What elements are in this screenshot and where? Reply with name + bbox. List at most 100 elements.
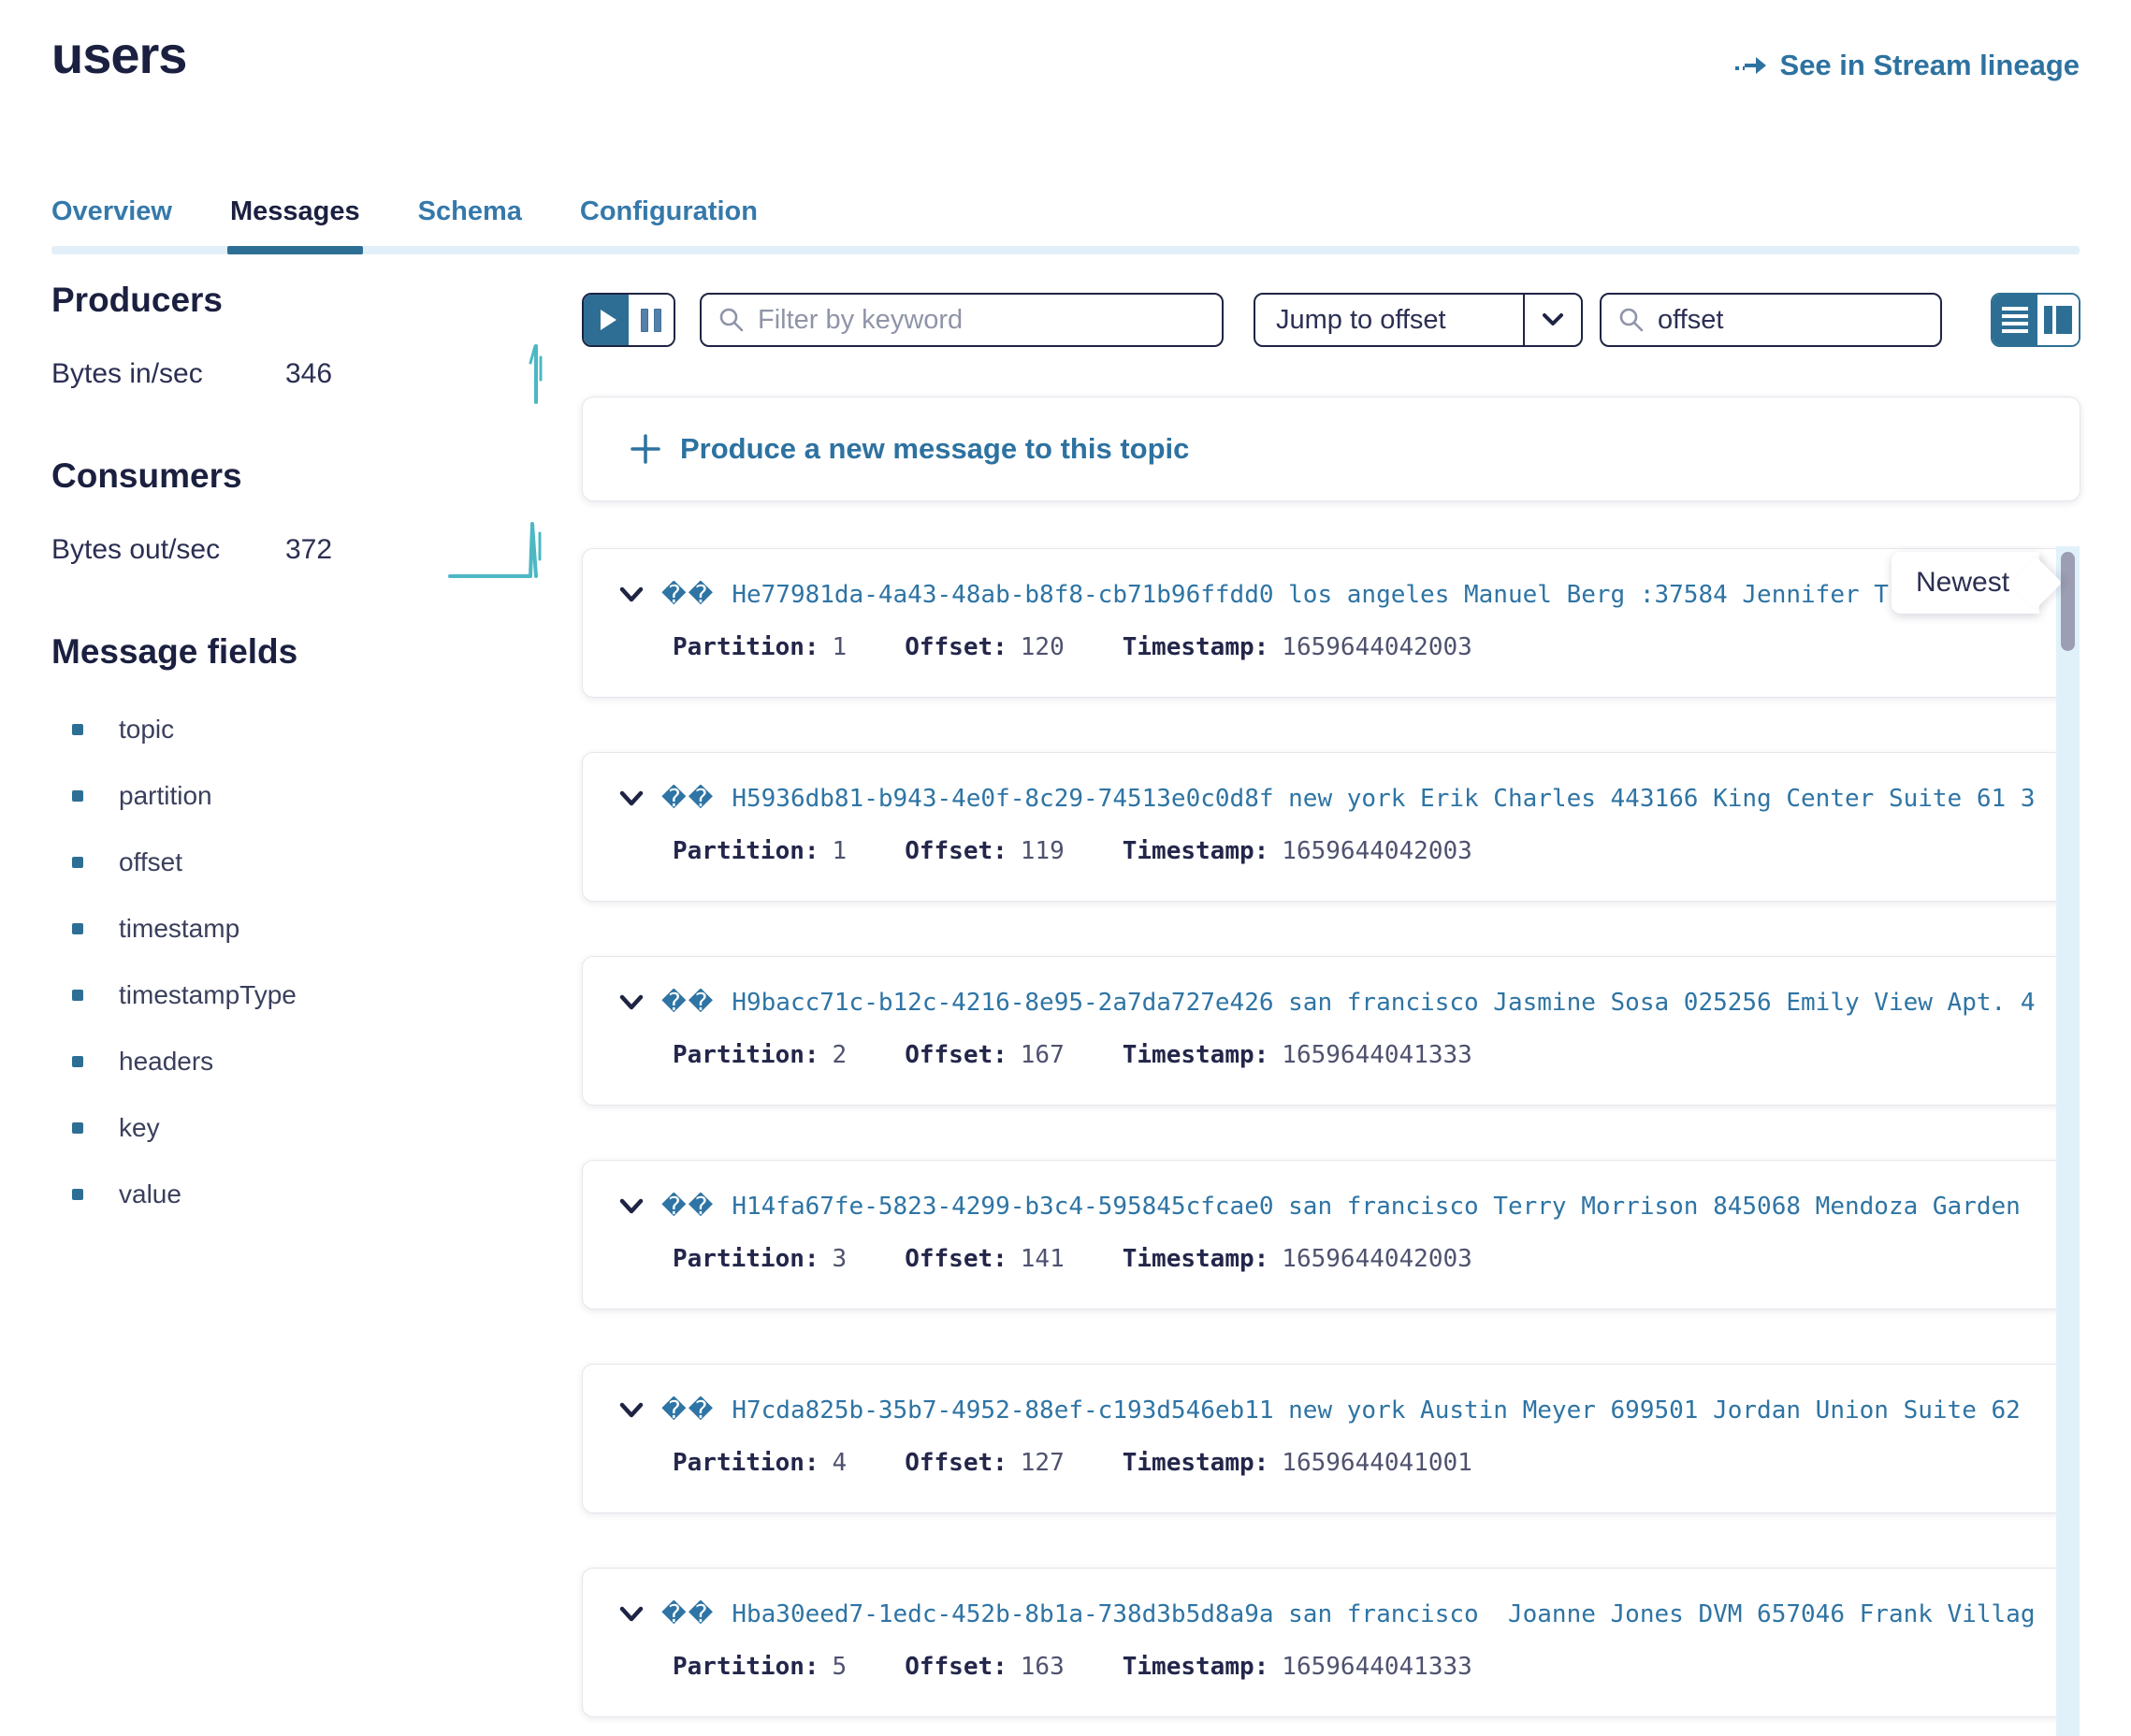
expand-chevron-icon[interactable] — [618, 993, 645, 1012]
expand-chevron-icon[interactable] — [618, 1197, 645, 1216]
offset-label: Offset: — [905, 1653, 1008, 1681]
unknown-char-glyphs: �� — [661, 1193, 715, 1221]
message-row[interactable]: �� H7cda825b-35b7-4952-88ef-c193d546eb11… — [582, 1364, 2065, 1513]
produce-message-button[interactable]: Produce a new message to this topic — [582, 397, 2080, 501]
partition-label: Partition: — [673, 1653, 819, 1681]
field-item-offset[interactable]: offset — [51, 829, 557, 895]
partition-label: Partition: — [673, 837, 819, 865]
message-row[interactable]: �� H9bacc71c-b12c-4216-8e95-2a7da727e426… — [582, 956, 2065, 1106]
metrics-sidebar: Producers Bytes in/sec 346 Consumers Byt… — [51, 281, 557, 1227]
unknown-char-glyphs: �� — [661, 785, 715, 813]
field-item-key[interactable]: key — [51, 1094, 557, 1161]
metric-value: 372 — [285, 534, 332, 566]
field-item-headers[interactable]: headers — [51, 1028, 557, 1094]
partition-value: 2 — [833, 1041, 848, 1069]
offset-label: Offset: — [905, 1449, 1008, 1477]
view-mode-toggle[interactable] — [1991, 293, 2080, 347]
field-item-timestamp[interactable]: timestamp — [51, 895, 557, 962]
offset-value: 119 — [1021, 837, 1065, 865]
timestamp-label: Timestamp: — [1123, 633, 1269, 661]
square-bullet-icon — [72, 1122, 83, 1134]
offset-value: 163 — [1021, 1653, 1065, 1681]
offset-label: Offset: — [905, 633, 1008, 661]
keyword-filter-field[interactable] — [700, 293, 1224, 347]
newest-tooltip-label: Newest — [1916, 567, 2009, 599]
message-value-preview: H7cda825b-35b7-4952-88ef-c193d546eb11 ne… — [732, 1396, 2036, 1425]
partition-value: 3 — [833, 1245, 848, 1273]
bytes-out-sparkline — [448, 514, 557, 584]
message-meta: Partition:4 Offset:127 Timestamp:1659644… — [673, 1449, 2036, 1477]
offset-label: Offset: — [905, 1245, 1008, 1273]
search-icon — [718, 307, 745, 333]
message-value-preview: He77981da-4a43-48ab-b8f8-cb71b96ffdd0 lo… — [732, 581, 1977, 609]
square-bullet-icon — [72, 857, 83, 868]
keyword-filter-input[interactable] — [758, 305, 1205, 336]
timestamp-label: Timestamp: — [1123, 1449, 1269, 1477]
offset-value: 141 — [1021, 1245, 1065, 1273]
select-caret-section[interactable] — [1523, 295, 1581, 345]
message-value-preview: H9bacc71c-b12c-4216-8e95-2a7da727e426 sa… — [732, 989, 2036, 1017]
message-row[interactable]: �� Hba30eed7-1edc-452b-8b1a-738d3b5d8a9a… — [582, 1568, 2065, 1717]
play-button[interactable] — [584, 295, 629, 345]
partition-value: 4 — [833, 1449, 848, 1477]
tab-bar: Overview Messages Schema Configuration — [51, 196, 2080, 254]
square-bullet-icon — [72, 724, 83, 735]
stream-lineage-link[interactable]: See in Stream lineage — [1733, 49, 2080, 82]
jump-select-value: Jump to offset — [1255, 295, 1523, 345]
timestamp-value: 1659644042003 — [1282, 633, 1472, 661]
metric-label: Bytes out/sec — [51, 534, 285, 566]
list-view-button[interactable] — [1993, 295, 2037, 345]
tab-messages[interactable]: Messages — [230, 196, 360, 254]
expand-chevron-icon[interactable] — [618, 586, 645, 604]
page-title: users — [51, 24, 186, 85]
pause-icon — [641, 309, 648, 332]
metric-value: 346 — [285, 358, 332, 390]
scrollbar-thumb[interactable] — [2061, 552, 2075, 651]
expand-chevron-icon[interactable] — [618, 1401, 645, 1420]
message-value-preview: H5936db81-b943-4e0f-8c29-74513e0c0d8f ne… — [732, 785, 2036, 813]
timestamp-label: Timestamp: — [1123, 1245, 1269, 1273]
partition-value: 1 — [833, 837, 848, 865]
offset-value: 127 — [1021, 1449, 1065, 1477]
produce-button-label: Produce a new message to this topic — [680, 432, 1189, 466]
lineage-link-label: See in Stream lineage — [1780, 49, 2080, 82]
split-view-button[interactable] — [2037, 295, 2079, 345]
partition-label: Partition: — [673, 633, 819, 661]
timestamp-value: 1659644041333 — [1282, 1041, 1472, 1069]
field-item-partition[interactable]: partition — [51, 762, 557, 829]
message-row[interactable]: �� H5936db81-b943-4e0f-8c29-74513e0c0d8f… — [582, 752, 2065, 902]
partition-value: 1 — [833, 633, 848, 661]
offset-search-field[interactable] — [1600, 293, 1942, 347]
scrollbar[interactable] — [2056, 546, 2080, 1736]
field-item-timestampType[interactable]: timestampType — [51, 962, 557, 1028]
expand-chevron-icon[interactable] — [618, 789, 645, 808]
message-meta: Partition:1 Offset:120 Timestamp:1659644… — [673, 633, 2036, 661]
timestamp-label: Timestamp: — [1123, 837, 1269, 865]
expand-chevron-icon[interactable] — [618, 1605, 645, 1624]
offset-label: Offset: — [905, 1041, 1008, 1069]
message-row[interactable]: �� He77981da-4a43-48ab-b8f8-cb71b96ffdd0… — [582, 548, 2065, 698]
square-bullet-icon — [72, 923, 83, 934]
offset-search-input[interactable] — [1658, 305, 1923, 336]
timestamp-label: Timestamp: — [1123, 1653, 1269, 1681]
message-list: �� He77981da-4a43-48ab-b8f8-cb71b96ffdd0… — [582, 548, 2065, 1717]
jump-to-offset-select[interactable]: Jump to offset — [1254, 293, 1583, 347]
bytes-out-metric: Bytes out/sec 372 — [51, 528, 557, 572]
newest-tooltip: Newest — [1892, 552, 2039, 614]
play-pause-toggle[interactable] — [582, 293, 675, 347]
message-meta: Partition:1 Offset:119 Timestamp:1659644… — [673, 837, 2036, 865]
message-meta: Partition:2 Offset:167 Timestamp:1659644… — [673, 1041, 2036, 1069]
field-item-topic[interactable]: topic — [51, 696, 557, 762]
message-meta: Partition:5 Offset:163 Timestamp:1659644… — [673, 1653, 2036, 1681]
timestamp-value: 1659644042003 — [1282, 1245, 1472, 1273]
unknown-char-glyphs: �� — [661, 1396, 715, 1425]
pause-icon — [654, 309, 661, 332]
field-item-value[interactable]: value — [51, 1161, 557, 1227]
bytes-in-sparkline — [515, 339, 557, 408]
plus-icon — [630, 433, 661, 465]
timestamp-value: 1659644041001 — [1282, 1449, 1472, 1477]
list-view-icon — [2002, 306, 2028, 334]
message-row[interactable]: �� H14fa67fe-5823-4299-b3c4-595845cfcae0… — [582, 1160, 2065, 1309]
pause-button[interactable] — [629, 295, 674, 345]
partition-value: 5 — [833, 1653, 848, 1681]
